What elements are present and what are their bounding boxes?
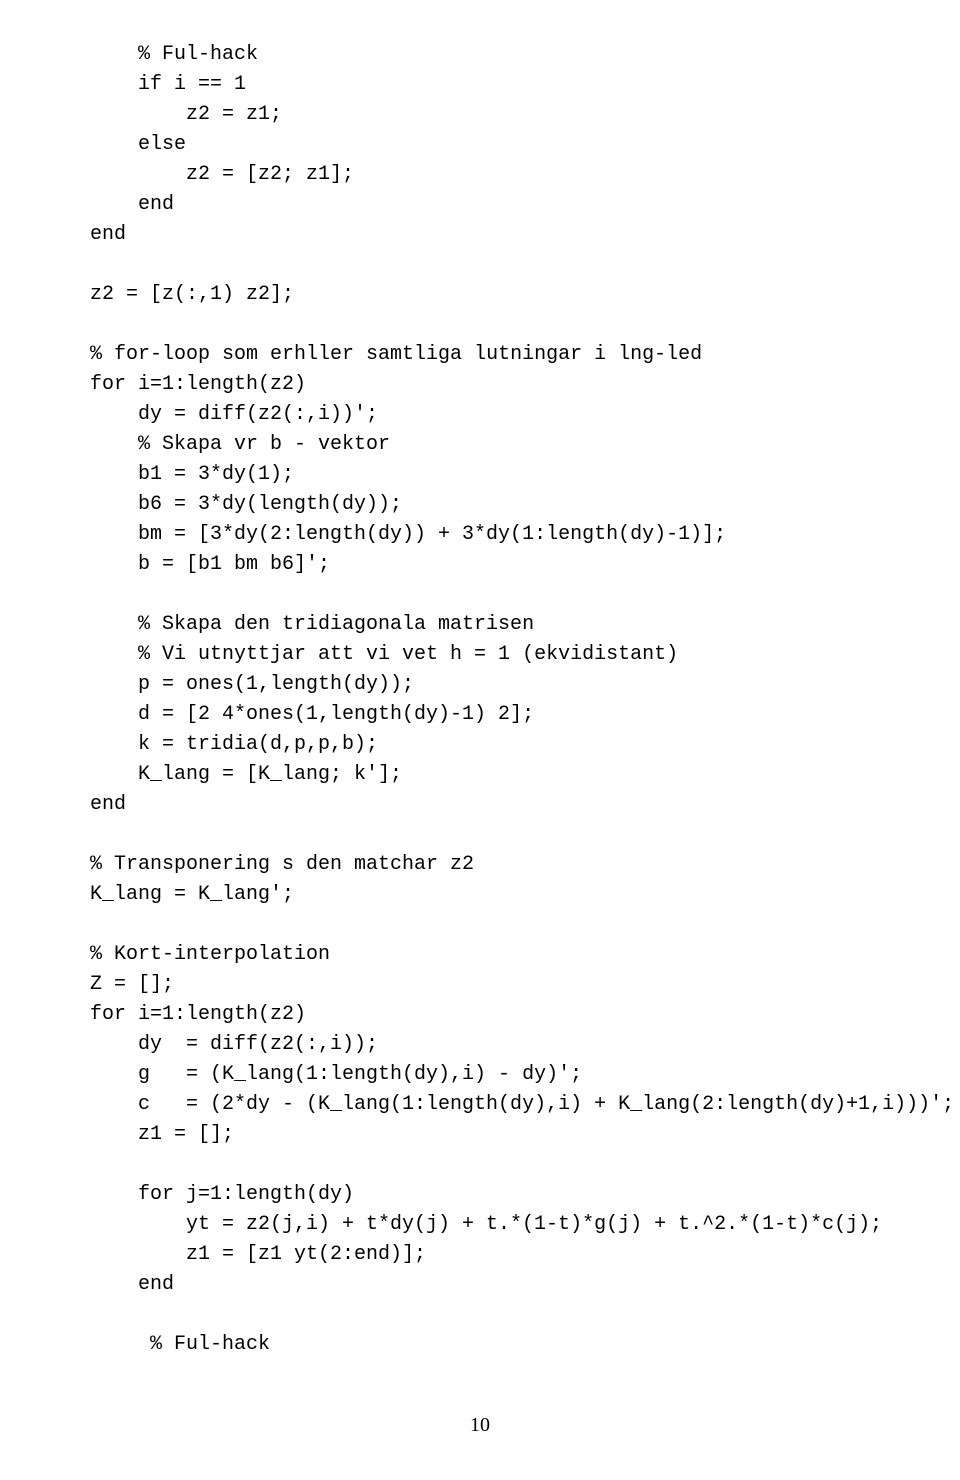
- code-line: [90, 820, 870, 850]
- code-line: [90, 310, 870, 340]
- code-line: [90, 910, 870, 940]
- code-line: else: [138, 130, 870, 160]
- code-line: z2 = z1;: [186, 100, 870, 130]
- code-line: d = [2 4*ones(1,length(dy)-1) 2];: [138, 700, 870, 730]
- code-line: dy = diff(z2(:,i))';: [138, 400, 870, 430]
- code-line: % Skapa den tridiagonala matrisen: [138, 610, 870, 640]
- code-line: % Skapa vr b - vektor: [138, 430, 870, 460]
- code-line: z1 = [];: [138, 1120, 870, 1150]
- code-line: % Vi utnyttjar att vi vet h = 1 (ekvidis…: [138, 640, 870, 670]
- code-line: Z = [];: [90, 970, 870, 1000]
- code-line: yt = z2(j,i) + t*dy(j) + t.*(1-t)*g(j) +…: [186, 1210, 870, 1240]
- code-line: end: [90, 790, 870, 820]
- code-line: for i=1:length(z2): [90, 370, 870, 400]
- code-line: b = [b1 bm b6]';: [138, 550, 870, 580]
- code-line: p = ones(1,length(dy));: [138, 670, 870, 700]
- code-line: z2 = [z2; z1];: [186, 160, 870, 190]
- code-line: [90, 580, 870, 610]
- code-line: % Transponering s den matchar z2: [90, 850, 870, 880]
- code-line: if i == 1: [138, 70, 870, 100]
- code-line: k = tridia(d,p,p,b);: [138, 730, 870, 760]
- code-line: z1 = [z1 yt(2:end)];: [186, 1240, 870, 1270]
- code-line: c = (2*dy - (K_lang(1:length(dy),i) + K_…: [138, 1090, 870, 1120]
- code-line: K_lang = K_lang';: [90, 880, 870, 910]
- code-line: K_lang = [K_lang; k'];: [138, 760, 870, 790]
- code-line: b6 = 3*dy(length(dy));: [138, 490, 870, 520]
- page-number: 10: [90, 1410, 870, 1440]
- code-listing: % Ful-hackif i == 1z2 = z1;elsez2 = [z2;…: [90, 40, 870, 1360]
- code-line: % Ful-hack: [138, 1330, 870, 1360]
- code-line: for j=1:length(dy): [138, 1180, 870, 1210]
- code-line: bm = [3*dy(2:length(dy)) + 3*dy(1:length…: [138, 520, 870, 550]
- code-line: dy = diff(z2(:,i));: [138, 1030, 870, 1060]
- code-line: [90, 250, 870, 280]
- code-line: b1 = 3*dy(1);: [138, 460, 870, 490]
- code-line: [90, 1150, 870, 1180]
- code-line: end: [138, 1270, 870, 1300]
- code-line: % Ful-hack: [138, 40, 870, 70]
- code-line: end: [138, 190, 870, 220]
- code-line: % Kort-interpolation: [90, 940, 870, 970]
- code-line: for i=1:length(z2): [90, 1000, 870, 1030]
- code-line: g = (K_lang(1:length(dy),i) - dy)';: [138, 1060, 870, 1090]
- code-line: % for-loop som erhller samtliga lutninga…: [90, 340, 870, 370]
- code-line: [90, 1300, 870, 1330]
- code-line: end: [90, 220, 870, 250]
- code-line: z2 = [z(:,1) z2];: [90, 280, 870, 310]
